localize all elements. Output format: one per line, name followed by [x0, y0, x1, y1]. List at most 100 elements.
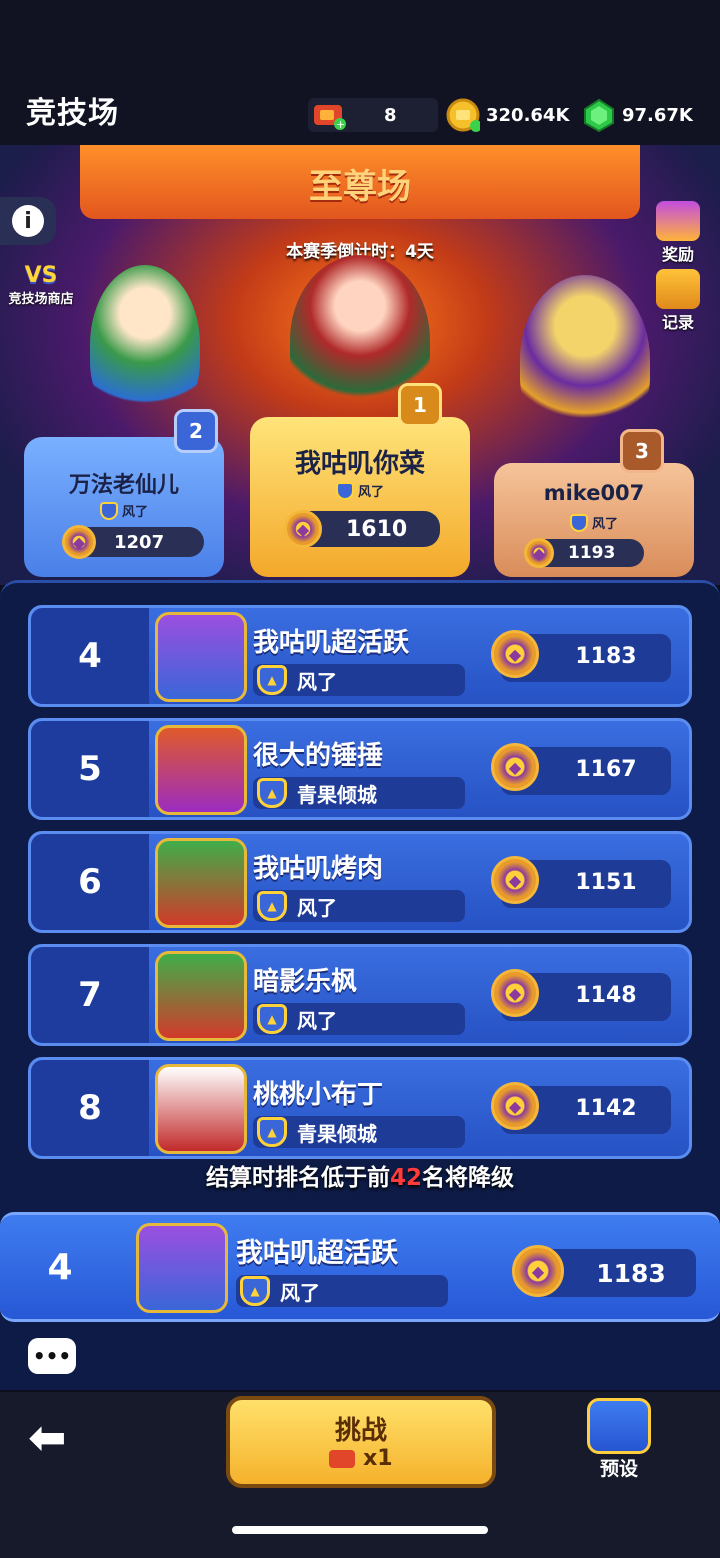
guild-shield-icon: ▲: [257, 1117, 287, 1147]
back-button[interactable]: ⬅: [28, 1414, 98, 1460]
record-button[interactable]: 记录: [650, 269, 706, 333]
gem-amount: 97.67K: [622, 104, 693, 126]
avatar[interactable]: [155, 725, 247, 815]
info-icon: i: [12, 205, 44, 237]
demotion-warning: 结算时排名低于前42名将降级: [0, 1158, 720, 1192]
challenge-cost-value: x1: [363, 1446, 393, 1471]
podium-guild-name: 风了: [357, 485, 384, 500]
guild-shield-icon: [569, 513, 588, 532]
row-rank: 4: [31, 608, 149, 704]
guild-shield-icon: ▲: [240, 1276, 270, 1306]
my-player-name: 我咕叽超活跃: [236, 1238, 398, 1269]
podium-rank-3[interactable]: mike007 风了 ◆ 1193: [494, 463, 694, 577]
record-icon: [656, 269, 700, 309]
ranking-row[interactable]: 8 桃桃小布丁 ▲ 青果倾城 ◆ 1142: [28, 1057, 692, 1159]
avatar[interactable]: [136, 1223, 228, 1313]
chat-bubble-icon: •••: [32, 1344, 72, 1368]
page-title: 竞技场: [26, 96, 119, 131]
podium-guild-name: 风了: [591, 517, 618, 532]
arena-tier-title: 至尊场: [309, 167, 411, 207]
preset-icon: [587, 1398, 651, 1454]
avatar[interactable]: [155, 1064, 247, 1154]
podium-rank-1[interactable]: 我咕叽你菜 风了 ◆ 1610: [250, 417, 470, 577]
podium-guild: 风了: [24, 501, 224, 520]
challenge-button[interactable]: 挑战 x1: [226, 1396, 496, 1488]
podium-guild: 风了: [494, 513, 694, 532]
row-score: 1183: [575, 644, 637, 669]
gold-resource[interactable]: 320.64K: [446, 96, 569, 134]
arena-shop-button[interactable]: VS 竞技场商店: [0, 263, 82, 307]
row-guild: ▲ 风了: [253, 890, 465, 922]
row-player-name: 我咕叽超活跃: [253, 628, 410, 658]
row-rank: 8: [31, 1060, 149, 1156]
challenge-cost: x1: [230, 1446, 492, 1471]
avatar[interactable]: [155, 951, 247, 1041]
ranking-row[interactable]: 4 我咕叽超活跃 ▲ 风了 ◆ 1183: [28, 605, 692, 707]
podium-score: ◆ 1207: [62, 525, 204, 559]
rank-3-badge: 3: [620, 429, 664, 473]
back-arrow-icon: ⬅: [28, 1410, 67, 1464]
warning-threshold: 42: [389, 1165, 422, 1191]
my-score: 1183: [596, 1259, 666, 1288]
row-player-name: 桃桃小布丁: [253, 1080, 384, 1110]
my-guild: ▲ 风了: [236, 1275, 448, 1307]
guild-shield-icon: ▲: [257, 1004, 287, 1034]
ticket-resource[interactable]: + 8: [312, 96, 397, 134]
preset-button[interactable]: 预设: [582, 1398, 656, 1481]
guild-shield-icon: ▲: [257, 891, 287, 921]
ticket-icon: [329, 1450, 356, 1468]
row-player-name: 很大的锤捶: [253, 741, 384, 771]
podium-player-name: 万法老仙儿: [68, 473, 179, 498]
podium-score: ◆ 1610: [284, 510, 440, 548]
podium-player-name: 我咕叽你菜: [294, 449, 425, 479]
guild-shield-icon: [335, 481, 354, 500]
gift-icon: [656, 201, 700, 241]
rank-2-badge: 2: [174, 409, 218, 453]
avatar[interactable]: [155, 612, 247, 702]
trophy-icon: ◆: [491, 630, 539, 678]
trophy-icon: ◆: [491, 1082, 539, 1130]
row-score: 1151: [575, 870, 637, 895]
row-rank: 5: [31, 721, 149, 817]
my-rank-row[interactable]: 4 我咕叽超活跃 ▲ 风了 ◆ 1183: [0, 1212, 720, 1322]
vs-icon: VS: [24, 263, 58, 288]
hero-figure-rank-3: [520, 275, 650, 445]
row-guild: ▲ 青果倾城: [253, 1116, 465, 1148]
hero-figure-rank-2: [90, 265, 200, 425]
gem-icon: [582, 98, 616, 132]
row-player-name: 我咕叽烤肉: [253, 854, 384, 884]
podium-score-value: 1207: [114, 531, 165, 553]
ranking-row[interactable]: 6 我咕叽烤肉 ▲ 风了 ◆ 1151: [28, 831, 692, 933]
svg-text:+: +: [336, 118, 345, 130]
ticket-count: 8: [384, 104, 397, 126]
podium-player-name: mike007: [543, 481, 645, 505]
ranking-row[interactable]: 7 暗影乐枫 ▲ 风了 ◆ 1148: [28, 944, 692, 1046]
trophy-icon: ◆: [491, 969, 539, 1017]
rank-1-badge: 1: [398, 383, 442, 427]
bottom-bar: ⬅ 挑战 x1 预设: [0, 1392, 720, 1558]
chat-button[interactable]: •••: [28, 1338, 76, 1374]
trophy-icon: ◆: [62, 525, 96, 559]
trophy-icon: ◆: [512, 1245, 564, 1297]
trophy-icon: ◆: [491, 743, 539, 791]
podium-area: 至尊场 本赛季倒计时：4天 i VS 竞技场商店 奖励 记录 万法老仙儿 风了 …: [0, 145, 720, 585]
gem-resource[interactable]: 97.67K: [582, 96, 693, 134]
podium-guild: 风了: [250, 481, 470, 500]
ranking-row[interactable]: 5 很大的锤捶 ▲ 青果倾城 ◆ 1167: [28, 718, 692, 820]
trophy-icon: ◆: [491, 856, 539, 904]
guild-shield-icon: ▲: [257, 665, 287, 695]
challenge-label: 挑战: [334, 1416, 387, 1446]
home-indicator: [232, 1526, 488, 1534]
reward-button[interactable]: 奖励: [650, 201, 706, 265]
row-rank: 6: [31, 834, 149, 930]
preset-label: 预设: [599, 1458, 638, 1480]
arena-banner: 至尊场: [80, 145, 640, 219]
guild-shield-icon: ▲: [257, 778, 287, 808]
my-guild-name: 风了: [280, 1280, 320, 1305]
row-guild-name: 风了: [297, 1008, 337, 1033]
podium-rank-2[interactable]: 万法老仙儿 风了 ◆ 1207: [24, 437, 224, 577]
gold-amount: 320.64K: [486, 104, 570, 126]
avatar[interactable]: [155, 838, 247, 928]
reward-label: 奖励: [661, 245, 694, 264]
info-button[interactable]: i: [0, 197, 56, 245]
